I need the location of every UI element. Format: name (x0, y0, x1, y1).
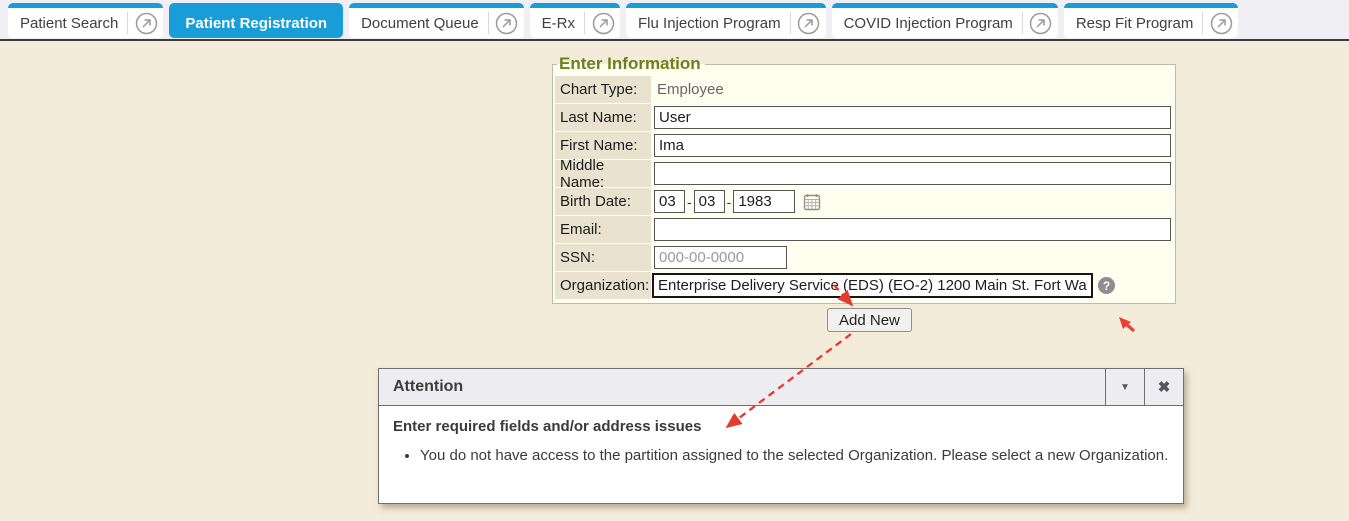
organization-input[interactable] (652, 273, 1093, 298)
organization-label: Organization: (555, 272, 651, 299)
tab-e-rx[interactable]: E-Rx (530, 3, 620, 38)
middle-name-row: Middle Name: (555, 160, 1173, 187)
tab-label: COVID Injection Program (844, 15, 1013, 32)
ssn-label: SSN: (555, 244, 651, 271)
tab-label: Patient Registration (185, 15, 327, 32)
tab-label: E-Rx (542, 15, 575, 32)
open-in-new-icon[interactable] (796, 10, 822, 36)
tab-divider (1022, 12, 1023, 34)
tab-label: Document Queue (361, 15, 479, 32)
birth-date-label: Birth Date: (555, 188, 651, 215)
tab-divider (127, 12, 128, 34)
add-new-button[interactable]: Add New (827, 308, 912, 332)
red-cursor-icon (1119, 317, 1134, 331)
tab-patient-search[interactable]: Patient Search (8, 3, 163, 38)
first-name-input[interactable] (654, 134, 1171, 157)
date-separator: - (727, 194, 732, 210)
chart-type-row: Chart Type: Employee (555, 76, 1173, 103)
organization-row: Organization: ? (555, 272, 1173, 299)
middle-name-input[interactable] (654, 162, 1171, 185)
last-name-input[interactable] (654, 106, 1171, 129)
attention-body: Enter required fields and/or address iss… (379, 406, 1183, 464)
first-name-label: First Name: (555, 132, 651, 159)
tab-divider (790, 12, 791, 34)
close-icon[interactable]: ✖ (1144, 369, 1183, 405)
tab-flu-injection-program[interactable]: Flu Injection Program (626, 3, 826, 38)
tab-resp-fit-program[interactable]: Resp Fit Program (1064, 3, 1239, 38)
open-in-new-icon[interactable] (494, 10, 520, 36)
fieldset-legend: Enter Information (557, 54, 705, 74)
ssn-input[interactable] (654, 246, 787, 269)
tab-bar: Patient Search Patient Registration Docu… (0, 0, 1349, 41)
birth-date-row: Birth Date: - - (555, 188, 1173, 215)
first-name-row: First Name: (555, 132, 1173, 159)
open-in-new-icon[interactable] (1208, 10, 1234, 36)
attention-heading: Enter required fields and/or address iss… (393, 418, 1169, 435)
tab-divider (584, 12, 585, 34)
birth-day-input[interactable] (694, 190, 725, 213)
email-row: Email: (555, 216, 1173, 243)
attention-panel: Attention ▼ ✖ Enter required fields and/… (378, 368, 1184, 504)
enter-information-fieldset: Enter Information Chart Type: Employee L… (552, 54, 1176, 304)
tab-covid-injection-program[interactable]: COVID Injection Program (832, 3, 1058, 38)
birth-year-input[interactable] (733, 190, 795, 213)
open-in-new-icon[interactable] (133, 10, 159, 36)
collapse-icon[interactable]: ▼ (1105, 369, 1144, 405)
tab-patient-registration[interactable]: Patient Registration (169, 3, 343, 38)
tab-divider (1202, 12, 1203, 34)
calendar-icon[interactable] (803, 193, 821, 211)
date-separator: - (687, 194, 692, 210)
tab-label: Patient Search (20, 15, 118, 32)
help-icon[interactable]: ? (1098, 277, 1115, 294)
tab-label: Flu Injection Program (638, 15, 781, 32)
attention-list-item: You do not have access to the partition … (420, 447, 1169, 464)
attention-header: Attention ▼ ✖ (379, 369, 1183, 406)
tab-label: Resp Fit Program (1076, 15, 1194, 32)
last-name-row: Last Name: (555, 104, 1173, 131)
birth-month-input[interactable] (654, 190, 685, 213)
tab-document-queue[interactable]: Document Queue (349, 3, 524, 38)
open-in-new-icon[interactable] (590, 10, 616, 36)
email-input[interactable] (654, 218, 1171, 241)
open-in-new-icon[interactable] (1028, 10, 1054, 36)
attention-list: You do not have access to the partition … (420, 447, 1169, 464)
tab-divider (488, 12, 489, 34)
email-label: Email: (555, 216, 651, 243)
last-name-label: Last Name: (555, 104, 651, 131)
chart-type-value: Employee (654, 81, 724, 98)
chart-type-label: Chart Type: (555, 76, 651, 103)
middle-name-label: Middle Name: (555, 160, 651, 187)
ssn-row: SSN: (555, 244, 1173, 271)
attention-title: Attention (379, 369, 1105, 405)
